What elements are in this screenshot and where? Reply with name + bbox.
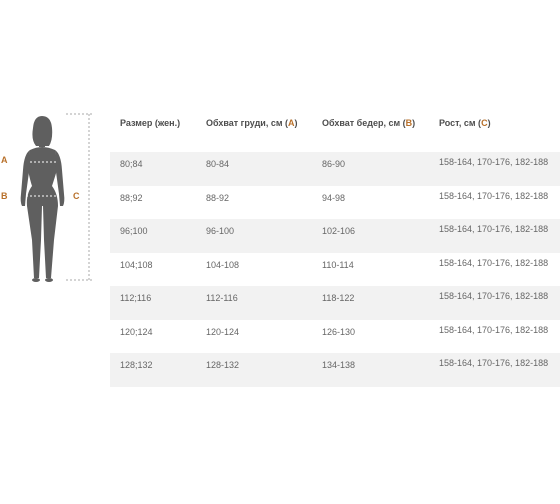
label-c: C [73,191,80,201]
chest-cell: 96-100 [206,226,235,236]
size-cell: 80;84 [120,159,143,169]
height-cell: 158-164, 170-176, 182-188 [439,157,549,167]
female-silhouette-icon [20,113,92,282]
size-cell: 96;100 [120,226,148,236]
table-row: 80;84 80-84 86-90 158-164, 170-176, 182-… [110,152,560,186]
chest-cell: 112-116 [206,293,238,303]
chest-cell: 88-92 [206,192,230,203]
hips-cell: 94-98 [322,192,346,203]
table-row: 96;100 96-100 102-106 158-164, 170-176, … [110,219,560,253]
table-row: 104;108 104-108 110-114 158-164, 170-176… [110,253,560,287]
size-cell: 128;132 [120,360,153,370]
height-cell: 158-164, 170-176, 182-188 [439,324,549,335]
header-hips: Обхват бедер, см (B) [322,118,416,128]
hips-cell: 86-90 [322,159,346,169]
height-cell: 158-164, 170-176, 182-188 [439,190,549,201]
body-figure: A B C [0,110,100,290]
header-height: Рост, см (C) [439,118,491,128]
size-cell: 112;116 [120,293,152,303]
table-row: 88;92 88-92 94-98 158-164, 170-176, 182-… [110,186,560,220]
hips-cell: 110-114 [322,259,354,270]
chest-cell: 128-132 [206,360,240,370]
size-table: Размер (жен.) Обхват груди, см (A) Обхва… [110,108,560,387]
height-cell: 158-164, 170-176, 182-188 [439,358,549,368]
hips-cell: 118-122 [322,293,355,303]
size-cell: 104;108 [120,259,153,270]
chest-cell: 120-124 [206,326,240,337]
size-cell: 120;124 [120,326,153,337]
header-chest: Обхват груди, см (A) [206,118,298,128]
chest-cell: 80-84 [206,159,230,169]
table-header: Размер (жен.) Обхват груди, см (A) Обхва… [110,108,560,152]
height-cell: 158-164, 170-176, 182-188 [439,257,549,268]
table-row: 112;116 112-116 118-122 158-164, 170-176… [110,286,560,320]
chest-cell: 104-108 [206,259,240,270]
label-a: A [1,155,8,165]
height-cell: 158-164, 170-176, 182-188 [439,291,549,301]
header-size: Размер (жен.) [120,118,181,128]
label-b: B [1,191,8,201]
hips-cell: 102-106 [322,226,356,236]
hips-cell: 126-130 [322,326,356,337]
table-row: 128;132 128-132 134-138 158-164, 170-176… [110,353,560,387]
height-cell: 158-164, 170-176, 182-188 [439,224,549,234]
hips-cell: 134-138 [322,360,356,370]
size-cell: 88;92 [120,192,143,203]
table-row: 120;124 120-124 126-130 158-164, 170-176… [110,320,560,354]
